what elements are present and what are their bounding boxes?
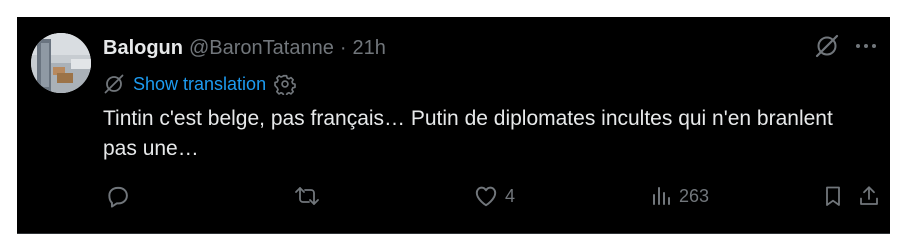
reply-bubble-icon — [108, 186, 128, 208]
views-button[interactable]: 263 — [649, 181, 709, 211]
slashed-circle-icon — [104, 74, 124, 94]
tweet-text: Tintin c'est belge, pas français… Putin … — [103, 107, 833, 160]
show-translation-link[interactable]: Show translation — [133, 74, 266, 95]
tweet-actions: 4 263 — [101, 181, 878, 211]
retweet-icon — [295, 187, 319, 205]
share-button[interactable] — [857, 181, 881, 211]
display-name[interactable]: Balogun — [103, 37, 183, 60]
more-dots-icon — [856, 44, 876, 48]
avatar-image — [31, 33, 91, 93]
share-icon — [860, 186, 878, 205]
tweet-divider — [17, 233, 890, 234]
like-count: 4 — [505, 185, 516, 206]
tweet-top-actions — [814, 33, 878, 59]
heart-icon — [475, 186, 497, 207]
retweet-button[interactable] — [293, 181, 321, 211]
separator-dot: · — [339, 36, 347, 59]
slashed-circle-icon — [815, 34, 839, 58]
more-options-button[interactable] — [854, 34, 878, 58]
like-button[interactable]: 4 — [473, 181, 515, 211]
bookmark-button[interactable] — [821, 181, 845, 211]
tweet-card[interactable]: Balogun @BaronTatanne · 21h Show transla… — [17, 17, 890, 234]
analytics-bars-icon — [653, 187, 670, 205]
view-count: 263 — [679, 185, 710, 206]
translation-settings-button[interactable] — [274, 73, 296, 95]
grok-button[interactable] — [814, 33, 840, 59]
translation-row: Show translation — [103, 72, 296, 96]
user-handle[interactable]: @BaronTatanne — [189, 37, 334, 60]
bookmark-icon — [826, 186, 840, 206]
gear-icon — [274, 74, 296, 95]
tweet-header: Balogun @BaronTatanne · 21h — [103, 35, 386, 61]
timestamp[interactable]: 21h — [353, 37, 386, 60]
reply-button[interactable] — [105, 181, 131, 211]
avatar[interactable] — [31, 33, 91, 93]
